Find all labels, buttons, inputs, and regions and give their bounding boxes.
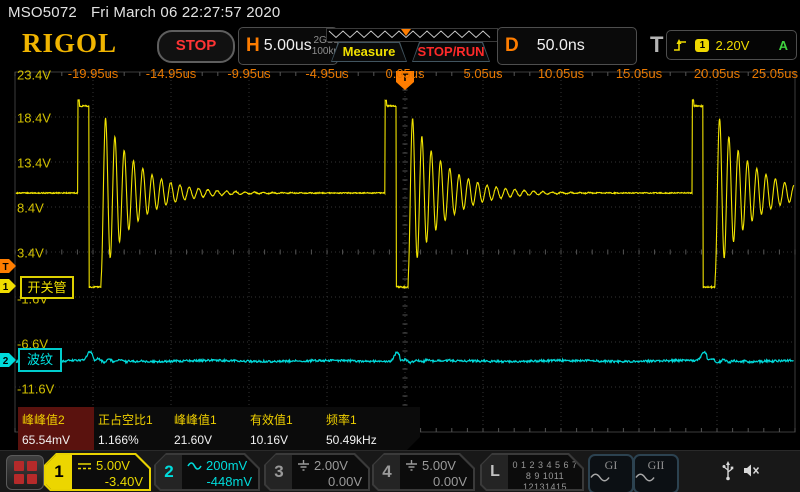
logic-row2: 8 9 1011 12131415: [523, 471, 567, 492]
measurement-cell[interactable]: 频率1 50.49kHz: [322, 407, 398, 451]
sine-wave-icon: [590, 473, 610, 482]
channel3-tab[interactable]: 3 2.00V 0.00V: [264, 453, 370, 491]
channel4-tab[interactable]: 4 5.00V 0.00V: [372, 453, 475, 491]
measurement-value: 65.54mV: [22, 433, 94, 447]
menu-grid-icon: [14, 474, 24, 484]
channel3-number: 3: [266, 455, 292, 489]
volt-label: 8.4V: [17, 201, 44, 216]
measurement-cell[interactable]: 峰峰值2 65.54mV: [18, 407, 94, 451]
time-label: 15.05us: [616, 66, 662, 81]
time-label: 10.05us: [538, 66, 584, 81]
volt-label: 23.4V: [17, 68, 51, 83]
logic-channels-tab[interactable]: L 0 1 2 3 4 5 6 7 8 9 1011 12131415: [480, 453, 584, 491]
oscilloscope-screen: MSO5072Fri March 06 22:27:57 2020 RIGOL …: [0, 0, 800, 492]
channel1-number: 1: [46, 455, 72, 489]
generator1-button[interactable]: GI: [588, 454, 634, 492]
generator2-button[interactable]: GII: [633, 454, 679, 492]
measurement-value: 1.166%: [98, 433, 170, 447]
channel2-tab[interactable]: 2 200mV -448mV: [154, 453, 260, 491]
ch1-waveform: [16, 100, 794, 288]
ch1-offset-marker[interactable]: 1: [0, 279, 16, 293]
channel4-number: 4: [374, 455, 400, 489]
svg-text:1: 1: [3, 282, 9, 293]
measurement-cell[interactable]: 峰峰值1 21.60V: [170, 407, 246, 451]
time-label: 5.05us: [463, 66, 502, 81]
channel2-scale: 200mV: [206, 458, 247, 473]
measurement-value: 10.16V: [250, 433, 322, 447]
time-label: 20.05us: [694, 66, 740, 81]
time-label: 0.05us: [385, 66, 424, 81]
menu-grid-icon: [27, 461, 37, 471]
ac-coupling-icon: [187, 461, 202, 471]
logic-channel-list: 0 1 2 3 4 5 6 7 8 9 1011 12131415: [508, 455, 582, 489]
generator2-label: GII: [635, 458, 677, 473]
channel2-offset: -448mV: [187, 474, 252, 490]
measurement-cell[interactable]: 正占空比1 1.166%: [94, 407, 170, 451]
menu-grid-icon: [27, 474, 37, 484]
time-label: -4.95us: [305, 66, 348, 81]
ch2-waveform: [16, 352, 794, 364]
svg-text:2: 2: [3, 356, 9, 367]
ground-coupling-icon: [297, 460, 310, 471]
time-label: -9.95us: [227, 66, 270, 81]
ch2-annotation: 波纹: [18, 348, 62, 372]
measurement-label: 峰峰值2: [22, 411, 94, 428]
measurement-label: 频率1: [326, 411, 398, 428]
bottom-bar: 1 5.00V -3.40V 2: [0, 450, 800, 492]
channel1-offset: -3.40V: [77, 474, 143, 490]
measurement-label: 有效值1: [250, 411, 322, 428]
channel3-offset: 0.00V: [297, 474, 362, 490]
logic-tab-label: L: [482, 455, 508, 489]
menu-grid-button[interactable]: [6, 455, 44, 490]
speaker-muted-icon[interactable]: [743, 463, 760, 478]
usb-icon: [722, 461, 734, 481]
volt-label: 3.4V: [17, 246, 44, 261]
svg-text:T: T: [2, 262, 8, 273]
channel4-offset: 0.00V: [405, 474, 467, 490]
ch2-offset-marker[interactable]: 2: [0, 353, 16, 367]
channel3-scale: 2.00V: [314, 458, 348, 473]
measurement-label: 峰峰值1: [174, 411, 246, 428]
channel2-number: 2: [156, 455, 182, 489]
logic-row1: 0 1 2 3 4 5 6 7: [512, 460, 577, 470]
measurement-cell[interactable]: 有效值1 10.16V: [246, 407, 322, 451]
measurement-panel: 峰峰值2 65.54mV 正占空比1 1.166% 峰峰值1 21.60V 有效…: [18, 407, 420, 451]
time-label: -14.95us: [146, 66, 197, 81]
menu-grid-icon: [14, 461, 24, 471]
channel1-scale: 5.00V: [96, 458, 130, 473]
ground-coupling-icon: [405, 460, 418, 471]
measurement-value: 50.49kHz: [326, 433, 398, 447]
dc-coupling-icon: [77, 461, 92, 471]
volt-label: 18.4V: [17, 111, 51, 126]
channel1-tab[interactable]: 1 5.00V -3.40V: [44, 453, 151, 491]
time-label: -19.95us: [68, 66, 119, 81]
trigger-level-marker[interactable]: T: [0, 259, 16, 273]
ch1-annotation: 开关管: [20, 276, 74, 299]
time-label: 25.05us: [752, 66, 798, 81]
measurement-value: 21.60V: [174, 433, 246, 447]
volt-label: -11.6V: [17, 382, 54, 397]
sine-wave-icon: [635, 473, 655, 482]
measurement-label: 正占空比1: [98, 411, 170, 428]
volt-label: 13.4V: [17, 156, 51, 171]
channel4-scale: 5.00V: [422, 458, 456, 473]
generator1-label: GI: [590, 458, 632, 473]
